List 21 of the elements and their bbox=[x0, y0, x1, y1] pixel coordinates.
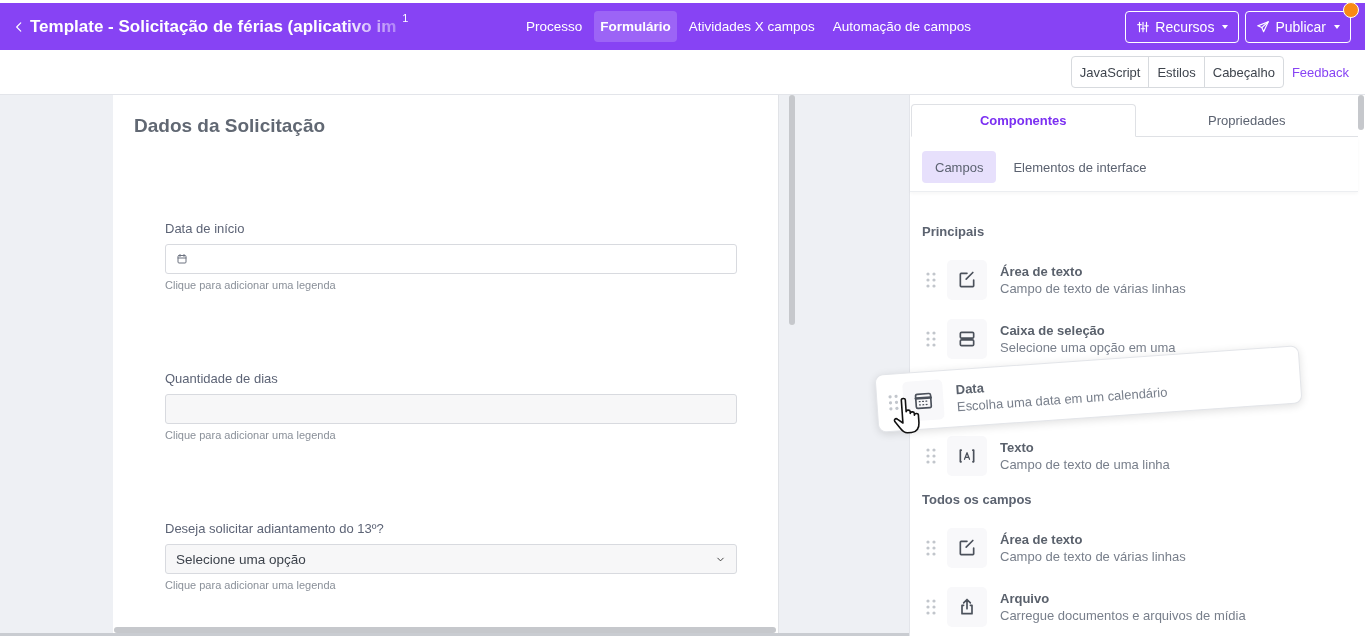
version-number: 1 bbox=[402, 11, 409, 24]
component-title: Área de texto bbox=[1000, 263, 1084, 279]
field-caption: Clique para adicionar uma legenda bbox=[165, 579, 337, 591]
section-heading: Todos os campos bbox=[922, 492, 1033, 507]
component-title: Arquivo bbox=[1000, 590, 1051, 606]
component-title: Área de texto bbox=[1000, 531, 1084, 547]
component-title: Caixa de seleção bbox=[1000, 322, 1106, 338]
component-description: Campo de texto de várias linhas bbox=[1000, 548, 1186, 564]
field-caption: Clique para adicionar uma legenda bbox=[165, 429, 337, 441]
component-description: Campo de texto de várias linhas bbox=[1000, 280, 1186, 296]
field-label: Data de início bbox=[165, 221, 246, 236]
component-title: Data bbox=[955, 379, 986, 398]
component-title: Texto bbox=[1000, 439, 1035, 455]
section-heading: Principais bbox=[922, 224, 986, 239]
field-caption: Clique para adicionar uma legenda bbox=[165, 279, 337, 291]
component-description: Campo de texto de uma linha bbox=[1000, 456, 1170, 472]
component-description: Carregue documentos e arquivos de mídia bbox=[1000, 607, 1246, 623]
field-label: Quantidade de dias bbox=[165, 371, 279, 386]
page-title: Template - Solicitação de férias (aplicativo im bbox=[30, 16, 397, 37]
section-title: Dados da Solicitação bbox=[134, 115, 327, 137]
field-label: Deseja solicitar adiantamento do 13º? bbox=[165, 521, 385, 536]
